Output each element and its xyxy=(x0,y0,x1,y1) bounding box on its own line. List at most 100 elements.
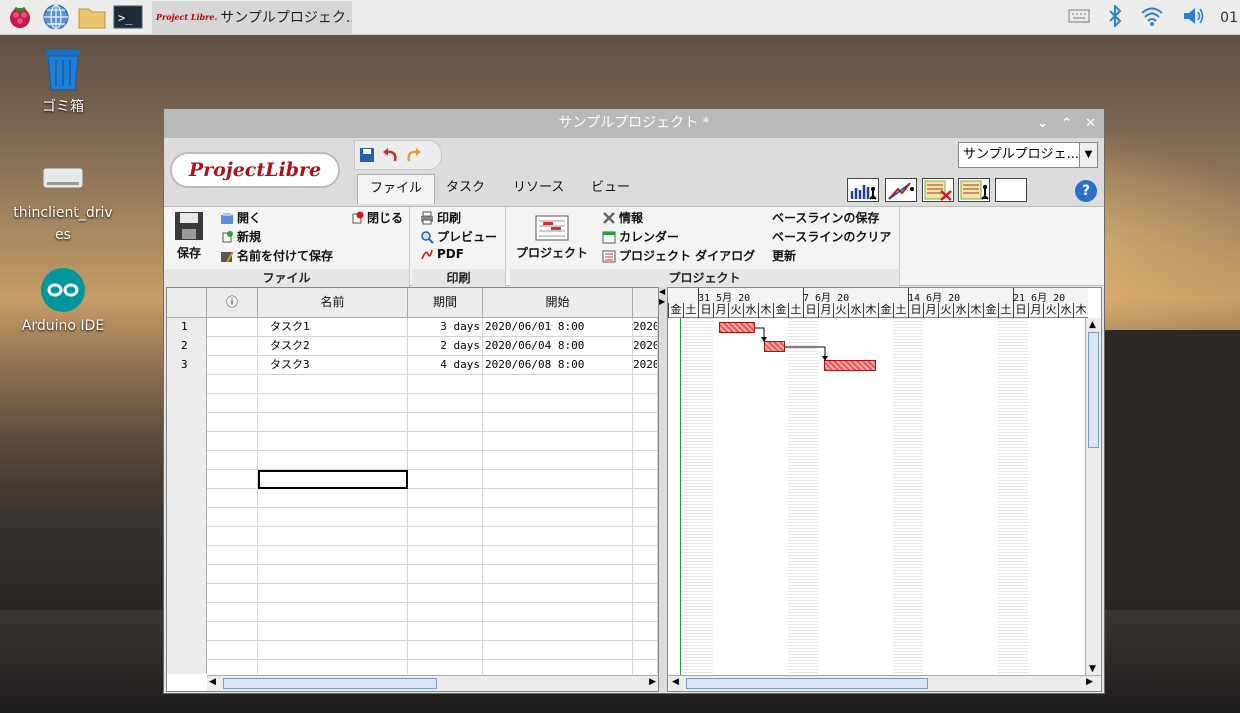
table-row[interactable] xyxy=(167,451,658,470)
indicator-cell[interactable] xyxy=(207,375,258,394)
finish-cell[interactable] xyxy=(633,527,658,546)
name-cell[interactable] xyxy=(258,432,408,451)
table-row[interactable] xyxy=(167,413,658,432)
print-button[interactable]: 印刷 xyxy=(420,209,461,226)
help-icon[interactable]: ? xyxy=(1075,180,1097,202)
tab-task[interactable]: タスク xyxy=(434,174,497,204)
info-button[interactable]: 情報 xyxy=(602,209,643,226)
taskbar-window-projectlibre[interactable]: Project Libre. サンプルプロジェク... xyxy=(152,0,352,34)
indicator-cell[interactable] xyxy=(207,356,258,375)
duration-cell[interactable] xyxy=(408,527,483,546)
name-cell[interactable] xyxy=(258,660,408,674)
indicator-cell[interactable] xyxy=(207,318,258,337)
scroll-thumb[interactable] xyxy=(223,678,437,689)
save-baseline-button[interactable]: ベースラインの保存 xyxy=(772,209,879,226)
indicator-cell[interactable] xyxy=(207,470,258,489)
duration-cell[interactable] xyxy=(408,508,483,527)
table-row[interactable] xyxy=(167,394,658,413)
finish-cell[interactable] xyxy=(633,660,658,674)
finish-cell[interactable] xyxy=(633,375,658,394)
calendar-button[interactable]: カレンダー xyxy=(602,228,679,245)
browser-icon[interactable] xyxy=(40,1,72,33)
start-cell[interactable] xyxy=(483,508,633,527)
close-button[interactable]: 閉じる xyxy=(350,209,403,226)
finish-cell[interactable] xyxy=(633,394,658,413)
indicator-cell[interactable] xyxy=(207,565,258,584)
indicator-cell[interactable] xyxy=(207,603,258,622)
name-header[interactable]: 名前 xyxy=(258,288,408,318)
preview-button[interactable]: プレビュー xyxy=(420,228,497,245)
scroll-left-icon[interactable]: ◀ xyxy=(672,677,679,687)
table-row[interactable]: 1 タスク1 3 days 2020/06/01 8:00 2020 xyxy=(167,318,658,337)
start-cell[interactable] xyxy=(483,660,633,674)
finish-cell[interactable] xyxy=(633,622,658,641)
start-cell[interactable] xyxy=(483,432,633,451)
duration-cell[interactable]: 3 days xyxy=(408,318,483,337)
name-cell[interactable]: タスク1 xyxy=(258,318,408,337)
duration-cell[interactable]: 2 days xyxy=(408,337,483,356)
duration-cell[interactable] xyxy=(408,451,483,470)
blank-view-button[interactable] xyxy=(995,178,1027,202)
start-cell[interactable] xyxy=(483,641,633,660)
table-row[interactable] xyxy=(167,527,658,546)
start-cell[interactable]: 2020/06/08 8:00 xyxy=(483,356,633,375)
table-row[interactable] xyxy=(167,546,658,565)
keyboard-icon[interactable] xyxy=(1068,8,1090,27)
duration-cell[interactable] xyxy=(408,413,483,432)
scroll-left-icon[interactable]: ◀ xyxy=(209,677,216,687)
table-row[interactable] xyxy=(167,470,658,489)
gantt-horizontal-scrollbar[interactable]: ◀ ▶ xyxy=(668,675,1101,691)
duration-cell[interactable] xyxy=(408,470,483,489)
indicator-header[interactable]: ⓘ xyxy=(207,288,258,318)
file-manager-icon[interactable] xyxy=(76,1,108,33)
start-cell[interactable] xyxy=(483,375,633,394)
table-row[interactable] xyxy=(167,489,658,508)
finish-cell[interactable] xyxy=(633,508,658,527)
name-cell[interactable] xyxy=(258,565,408,584)
pane-splitter[interactable]: ◀ ▶ xyxy=(659,287,667,692)
finish-cell[interactable]: 2020 xyxy=(633,337,658,356)
indicator-cell[interactable] xyxy=(207,489,258,508)
undo-icon[interactable] xyxy=(381,147,399,163)
table-row[interactable] xyxy=(167,584,658,603)
name-cell[interactable]: タスク3 xyxy=(258,356,408,375)
duration-cell[interactable] xyxy=(408,489,483,508)
save-small-icon[interactable] xyxy=(359,147,375,163)
start-cell[interactable] xyxy=(483,622,633,641)
scroll-up-icon[interactable]: ▲ xyxy=(1089,320,1096,330)
finish-cell[interactable] xyxy=(633,432,658,451)
name-cell[interactable] xyxy=(258,413,408,432)
update-button[interactable]: 更新 xyxy=(772,247,796,264)
finish-cell[interactable] xyxy=(633,413,658,432)
name-cell[interactable] xyxy=(258,375,408,394)
wifi-icon[interactable] xyxy=(1140,6,1164,29)
bluetooth-icon[interactable] xyxy=(1108,3,1122,30)
start-cell[interactable] xyxy=(483,470,633,489)
start-header[interactable]: 開始 xyxy=(483,288,633,318)
duration-cell[interactable] xyxy=(408,660,483,674)
indicator-cell[interactable] xyxy=(207,641,258,660)
indicator-cell[interactable] xyxy=(207,451,258,470)
finish-header[interactable] xyxy=(633,288,658,318)
selected-name-cell[interactable] xyxy=(258,470,408,489)
table-row[interactable] xyxy=(167,565,658,584)
gantt-vertical-scrollbar[interactable]: ▲ ▼ xyxy=(1085,318,1101,676)
indicator-cell[interactable] xyxy=(207,432,258,451)
open-button[interactable]: 開く xyxy=(220,209,261,226)
start-cell[interactable] xyxy=(483,394,633,413)
duration-cell[interactable] xyxy=(408,375,483,394)
indicator-cell[interactable] xyxy=(207,622,258,641)
project-dialog-button[interactable]: プロジェクト ダイアログ xyxy=(602,247,755,264)
minimize-icon[interactable]: ⌄ xyxy=(1037,109,1048,138)
finish-cell[interactable] xyxy=(633,565,658,584)
project-selector[interactable]: サンプルプロジェ... ▼ xyxy=(958,142,1098,168)
start-cell[interactable] xyxy=(483,413,633,432)
start-cell[interactable] xyxy=(483,603,633,622)
close-icon[interactable]: ✕ xyxy=(1085,109,1096,138)
tab-file[interactable]: ファイル xyxy=(357,174,436,204)
save-button[interactable]: 保存 xyxy=(174,211,204,261)
duration-cell[interactable] xyxy=(408,603,483,622)
table-row[interactable] xyxy=(167,603,658,622)
table-row[interactable]: 3 タスク3 4 days 2020/06/08 8:00 2020 xyxy=(167,356,658,375)
indicator-cell[interactable] xyxy=(207,394,258,413)
